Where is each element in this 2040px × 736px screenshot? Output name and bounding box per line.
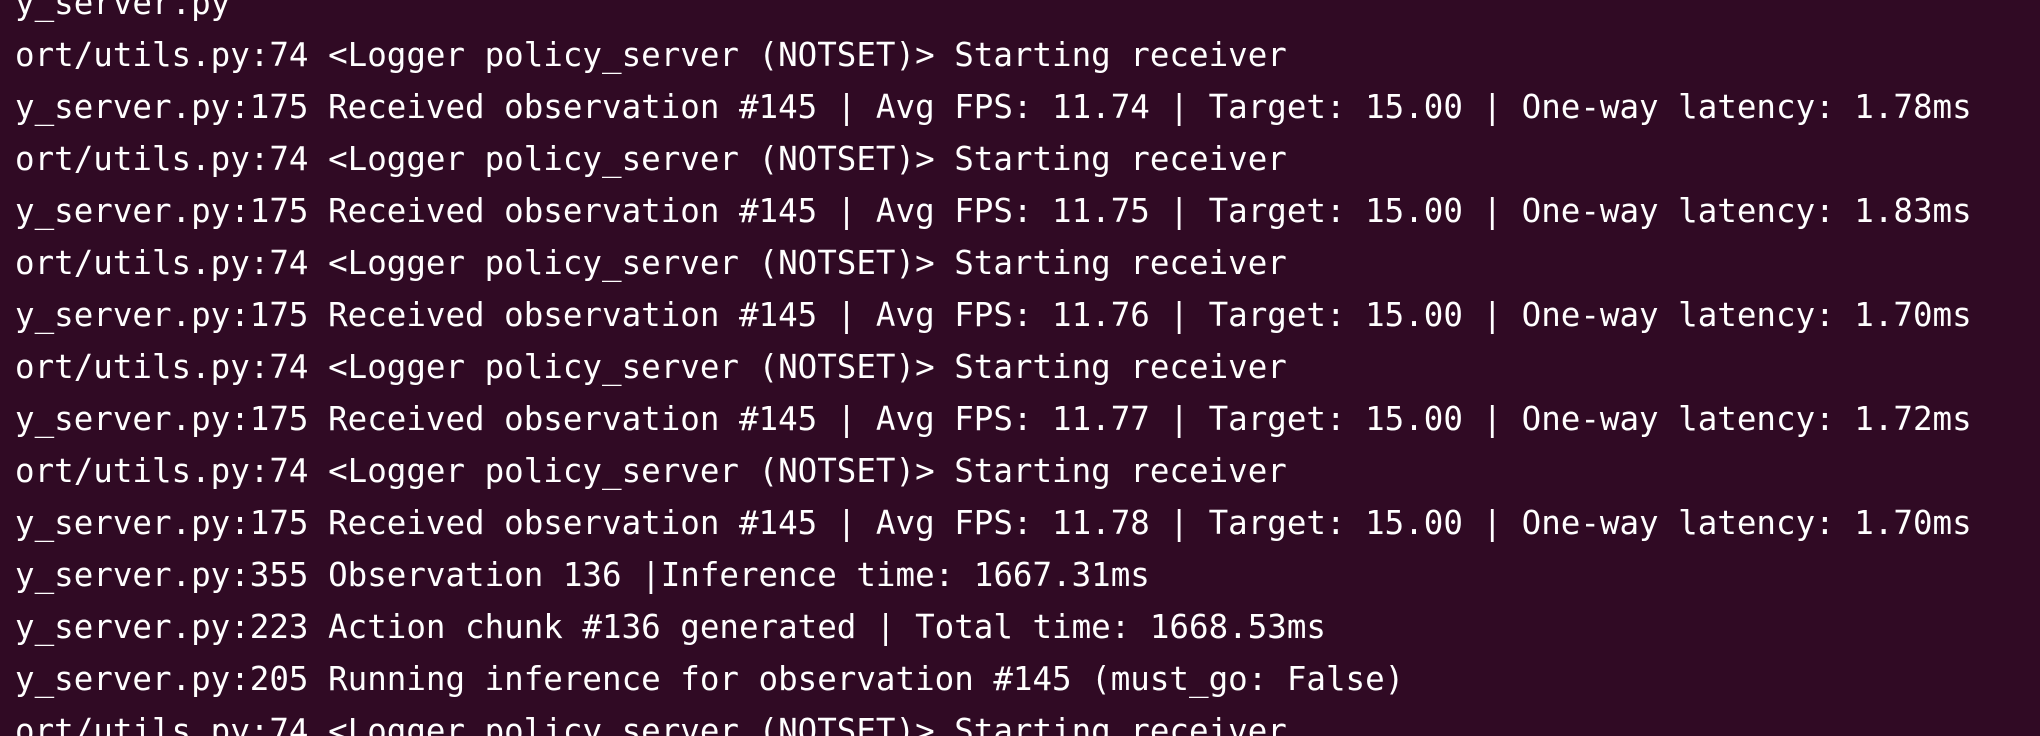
terminal-line: y_server.py:175 Received observation #14… [15,296,1972,334]
terminal-line: ort/utils.py:74 <Logger policy_server (N… [15,348,1287,386]
terminal-line: ort/utils.py:74 <Logger policy_server (N… [15,244,1287,282]
terminal-line: y_server.py:175 Received observation #14… [15,192,1972,230]
terminal-line: y_server.py:205 Running inference for ob… [15,660,1405,698]
terminal-line: ort/utils.py:74 <Logger policy_server (N… [15,452,1287,490]
terminal-line: y_server.py:175 Received observation #14… [15,400,1972,438]
terminal-line: y_server.py:223 Action chunk #136 genera… [15,608,1326,646]
terminal-line: y_server.py:175 Received observation #14… [15,88,1972,126]
terminal-output: y_server.py ort/utils.py:74 <Logger poli… [15,0,2040,736]
terminal-line: ort/utils.py:74 <Logger policy_server (N… [15,140,1287,178]
terminal-line: y_server.py:355 Observation 136 |Inferen… [15,556,1150,594]
terminal-line: ort/utils.py:74 <Logger policy_server (N… [15,712,1287,736]
terminal-line: ort/utils.py:74 <Logger policy_server (N… [15,36,1287,74]
terminal-window[interactable]: y_server.py ort/utils.py:74 <Logger poli… [0,0,2040,736]
terminal-line: y_server.py [15,0,231,22]
terminal-line: y_server.py:175 Received observation #14… [15,504,1972,542]
